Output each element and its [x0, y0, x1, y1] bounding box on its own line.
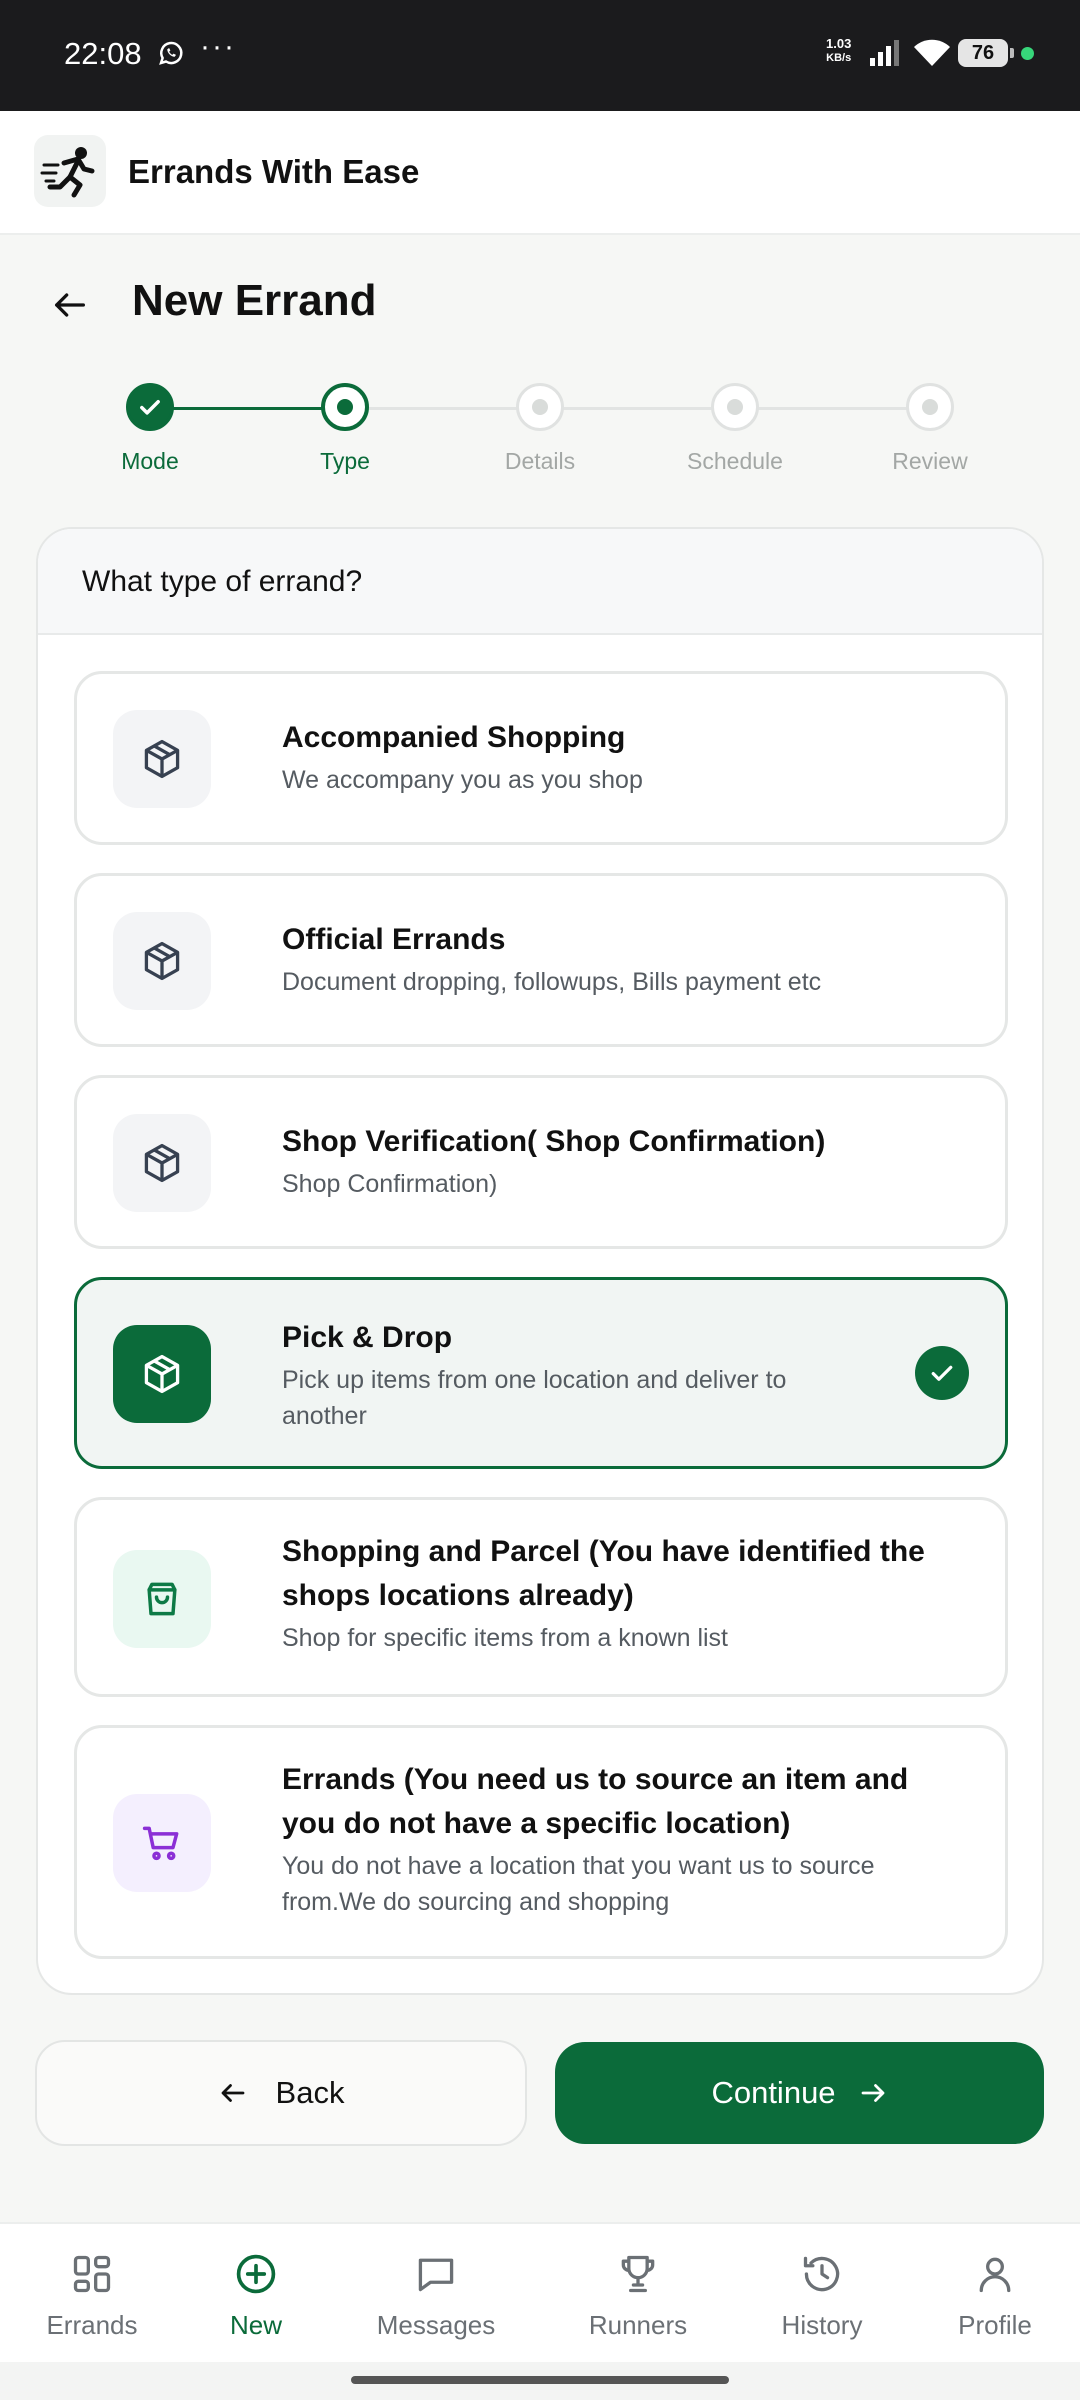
errand-type-card: What type of errand? Accompanied Shoppin… [36, 527, 1044, 1995]
whatsapp-icon [159, 41, 183, 65]
step-label: Schedule [687, 448, 783, 474]
option-title: Accompanied Shopping [282, 721, 626, 754]
step-label: Details [504, 448, 576, 474]
plus-circle-icon [236, 2254, 276, 2294]
option-title: Official Errands [282, 923, 506, 956]
arrow-left-icon [221, 2084, 244, 2102]
status-more: ··· [200, 30, 236, 63]
nav-errands[interactable]: Errands [2, 2252, 182, 2341]
option-title: Shop Verification( Shop Confirmation) [282, 1125, 826, 1158]
gesture-bar [0, 2362, 1080, 2400]
option-official-errands[interactable]: Official Errands Document dropping, foll… [74, 873, 1008, 1047]
wifi-icon [914, 39, 950, 66]
bottom-navigation: Errands New Messages Runners History Pro… [0, 2222, 1080, 2362]
step-label: Review [892, 448, 968, 474]
user-icon [979, 2257, 1011, 2293]
selected-check-icon [915, 1346, 969, 1400]
option-pick-and-drop[interactable]: Pick & Drop Pick up items from one locat… [74, 1277, 1008, 1469]
nav-new[interactable]: New [166, 2252, 346, 2341]
nav-label: Runners [588, 2310, 688, 2340]
step-indicator [321, 383, 369, 431]
continue-button-label: Continue [711, 2075, 836, 2110]
check-icon [140, 400, 160, 415]
nav-runners[interactable]: Runners [548, 2252, 728, 2341]
package-icon [113, 1114, 211, 1212]
nav-history[interactable]: History [732, 2252, 912, 2341]
arrow-left-icon[interactable] [50, 285, 90, 325]
nav-label: Profile [958, 2310, 1032, 2340]
option-title: Pick & Drop [282, 1321, 453, 1354]
option-accompanied-shopping[interactable]: Accompanied Shopping We accompany you as… [74, 671, 1008, 845]
option-description: Shop Confirmation) [282, 1170, 498, 1198]
privacy-dot [1021, 47, 1034, 60]
grid-icon [73, 2255, 111, 2293]
nav-label: New [229, 2310, 282, 2340]
nav-messages[interactable]: Messages [346, 2252, 526, 2341]
progress-stepper: Mode Type Details Schedule Review [0, 380, 1080, 490]
shopping-cart-icon [113, 1794, 211, 1892]
arrow-right-icon [861, 2084, 884, 2102]
nav-label: Errands [46, 2310, 138, 2340]
signal-icon [870, 40, 899, 66]
option-description: Shop for specific items from a known lis… [282, 1624, 728, 1652]
status-time: 22:08 [64, 36, 142, 71]
package-icon [113, 1325, 211, 1423]
step-indicator [516, 383, 564, 431]
message-icon [418, 2258, 454, 2292]
package-icon [113, 912, 211, 1010]
package-icon [113, 710, 211, 808]
app-title: Errands With Ease [128, 153, 420, 190]
card-header: What type of errand? [38, 529, 1042, 635]
card-title: What type of errand? [82, 565, 363, 598]
trophy-icon [621, 2255, 655, 2293]
nav-label: Messages [376, 2310, 496, 2340]
step-label: Type [320, 448, 370, 474]
option-title: Shopping and Parcel (You have identified… [282, 1535, 925, 1612]
app-header: Errands With Ease [0, 111, 1080, 235]
continue-button[interactable]: Continue [555, 2042, 1044, 2144]
home-indicator[interactable] [351, 2376, 729, 2384]
step-connector [150, 407, 344, 410]
step-indicator [126, 383, 174, 431]
step-connector [346, 407, 930, 410]
battery-icon: 76 [958, 39, 1014, 67]
nav-label: History [781, 2310, 863, 2340]
nav-profile[interactable]: Profile [905, 2252, 1080, 2341]
option-description: Document dropping, followups, Bills paym… [282, 968, 822, 996]
option-description: We accompany you as you shop [282, 766, 643, 794]
step-label: Mode [121, 448, 179, 474]
shopping-bag-icon [113, 1550, 211, 1648]
option-sourcing-errands[interactable]: Errands (You need us to source an item a… [74, 1725, 1008, 1959]
step-indicator [906, 383, 954, 431]
option-shopping-and-parcel[interactable]: Shopping and Parcel (You have identified… [74, 1497, 1008, 1697]
history-icon [803, 2256, 840, 2292]
runner-logo-icon [34, 135, 106, 207]
page-title: New Errand [132, 276, 377, 325]
network-speed: 1.03 KB/s [826, 36, 852, 64]
option-shop-verification[interactable]: Shop Verification( Shop Confirmation) Sh… [74, 1075, 1008, 1249]
option-description: You do not have a location that you want… [282, 1852, 875, 1916]
back-button[interactable]: Back [35, 2040, 527, 2146]
back-button-label: Back [275, 2075, 345, 2110]
status-bar: 22:08 ··· 1.03 KB/s 76 [0, 0, 1080, 111]
option-title: Errands (You need us to source an item a… [282, 1763, 909, 1840]
option-description: Pick up items from one location and deli… [282, 1366, 787, 1430]
step-indicator [711, 383, 759, 431]
